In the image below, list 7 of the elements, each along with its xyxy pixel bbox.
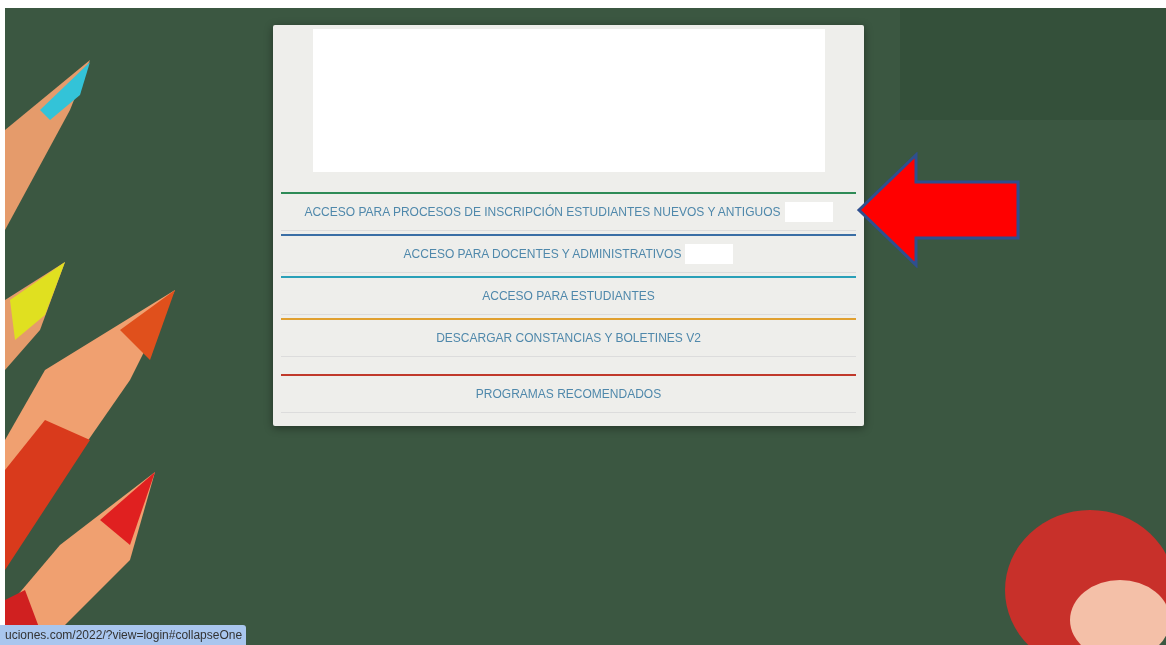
status-url: uciones.com/2022/?view=login#collapseOne <box>0 625 247 645</box>
menu-link[interactable]: PROGRAMAS RECOMENDADOS <box>281 374 856 413</box>
arrow-icon <box>856 152 1022 268</box>
menu-link[interactable]: ACCESO PARA ESTUDIANTES <box>281 276 856 315</box>
menu-link[interactable]: ACCESO PARA PROCESOS DE INSCRIPCIÓN ESTUDIANTES NUEVOS Y ANTIGUOS <box>281 192 856 231</box>
menu-link[interactable]: ACCESO PARA DOCENTES Y ADMINISTRATIVOS <box>281 234 856 273</box>
menu-link[interactable]: DESCARGAR CONSTANCIAS Y BOLETINES V2 <box>281 318 856 357</box>
